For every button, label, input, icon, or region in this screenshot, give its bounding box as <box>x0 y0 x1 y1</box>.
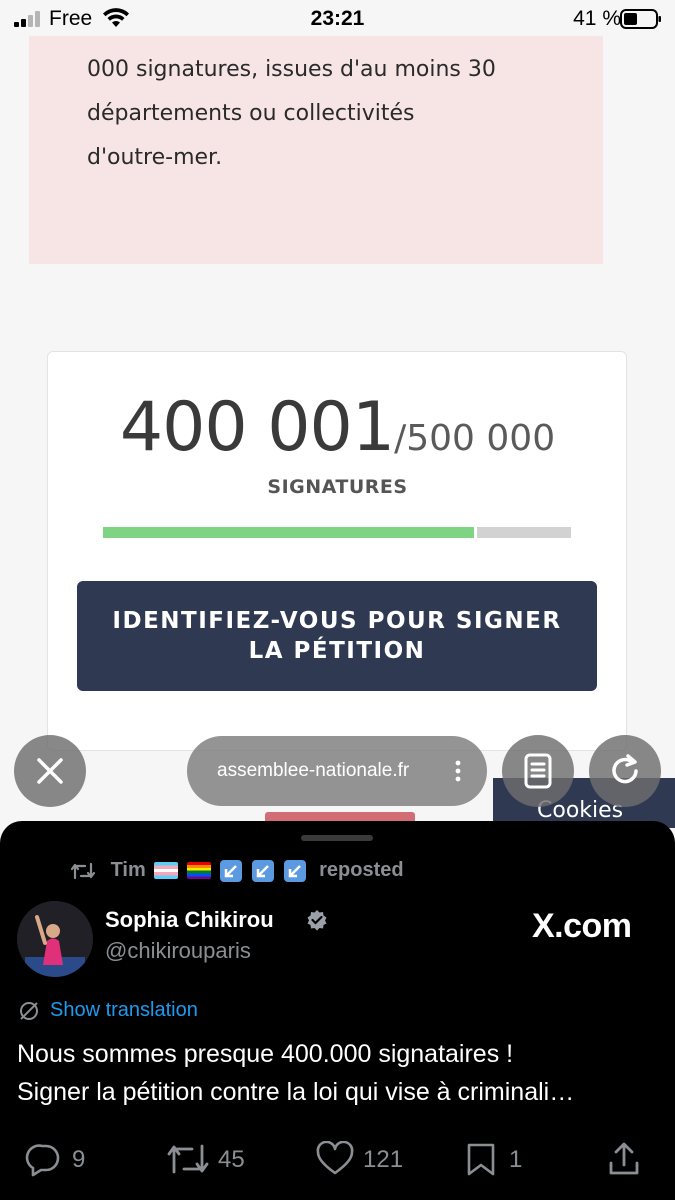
info-line: d'outre-mer. <box>87 145 223 170</box>
signature-count: 400 001 <box>119 388 395 467</box>
signature-counter: 400 001/500 000 <box>0 388 675 467</box>
tweet-sheet: Tim reposted Sophia Chikirou @chikiroupa… <box>0 821 675 1200</box>
more-options-icon[interactable] <box>455 760 461 782</box>
reply-count: 9 <box>72 1146 86 1173</box>
verified-badge-icon <box>307 910 327 931</box>
sign-petition-button[interactable]: IDENTIFIEZ-VOUS POUR SIGNER LA PÉTITION <box>77 581 597 691</box>
signature-goal: /500 000 <box>394 418 556 459</box>
show-translation-label: Show translation <box>50 999 198 1021</box>
sheet-grabber[interactable] <box>301 835 373 841</box>
author-name[interactable]: Sophia Chikirou <box>105 907 274 933</box>
bookmark-icon <box>467 1143 495 1176</box>
repost-icon <box>167 1144 209 1174</box>
tweet-text-line: Nous sommes presque 400.000 signataires … <box>17 1040 514 1068</box>
arrow-emoji-icon <box>220 859 243 882</box>
tweet-text-line: Signer la pétition contre la loi qui vis… <box>17 1078 575 1106</box>
repost-icon <box>70 862 96 879</box>
progress-fill <box>103 527 478 538</box>
close-icon <box>37 758 63 784</box>
battery-icon <box>620 9 661 29</box>
avatar[interactable] <box>17 901 93 977</box>
address-bar[interactable]: assemblee-nationale.fr <box>187 736 487 806</box>
petition-info-box: 000 signatures, issues d'au moins 30 dép… <box>29 36 603 264</box>
repost-count: 45 <box>218 1146 245 1173</box>
reposter-name: Tim <box>110 859 146 882</box>
x-com-logo[interactable]: X.com <box>532 907 632 946</box>
signature-progress-bar <box>103 527 571 538</box>
bookmark-count: 1 <box>509 1146 523 1173</box>
reload-button[interactable] <box>589 735 661 807</box>
repost-indicator: Tim reposted <box>70 859 404 887</box>
trans-flag-icon <box>154 862 179 880</box>
reload-icon <box>612 754 638 784</box>
tweet-text[interactable]: Nous sommes presque 400.000 signataires … <box>17 1035 662 1111</box>
close-tab-button[interactable] <box>14 735 86 807</box>
author-handle[interactable]: @chikirouparis <box>105 938 251 964</box>
rainbow-flag-icon <box>186 862 211 880</box>
petition-info-text: 000 signatures, issues d'au moins 30 dép… <box>87 48 587 180</box>
status-bar: Free 23:21 41 % <box>0 0 675 36</box>
share-icon <box>609 1142 639 1175</box>
reposted-label: reposted <box>319 859 404 882</box>
signatures-label: SIGNATURES <box>267 476 408 498</box>
like-count: 121 <box>363 1146 404 1173</box>
info-line: départements ou collectivités <box>87 101 415 126</box>
info-line: 000 signatures, issues d'au moins 30 <box>87 57 496 82</box>
reader-mode-button[interactable] <box>502 735 574 807</box>
reader-icon <box>524 753 552 789</box>
translate-globe-icon <box>20 1002 38 1020</box>
arrow-emoji-icon <box>252 859 275 882</box>
reply-icon <box>25 1144 60 1177</box>
heart-icon <box>316 1141 354 1175</box>
battery-percent: 41 % <box>573 7 621 30</box>
arrow-emoji-icon <box>283 859 306 882</box>
url-text: assemblee-nationale.fr <box>217 760 410 781</box>
